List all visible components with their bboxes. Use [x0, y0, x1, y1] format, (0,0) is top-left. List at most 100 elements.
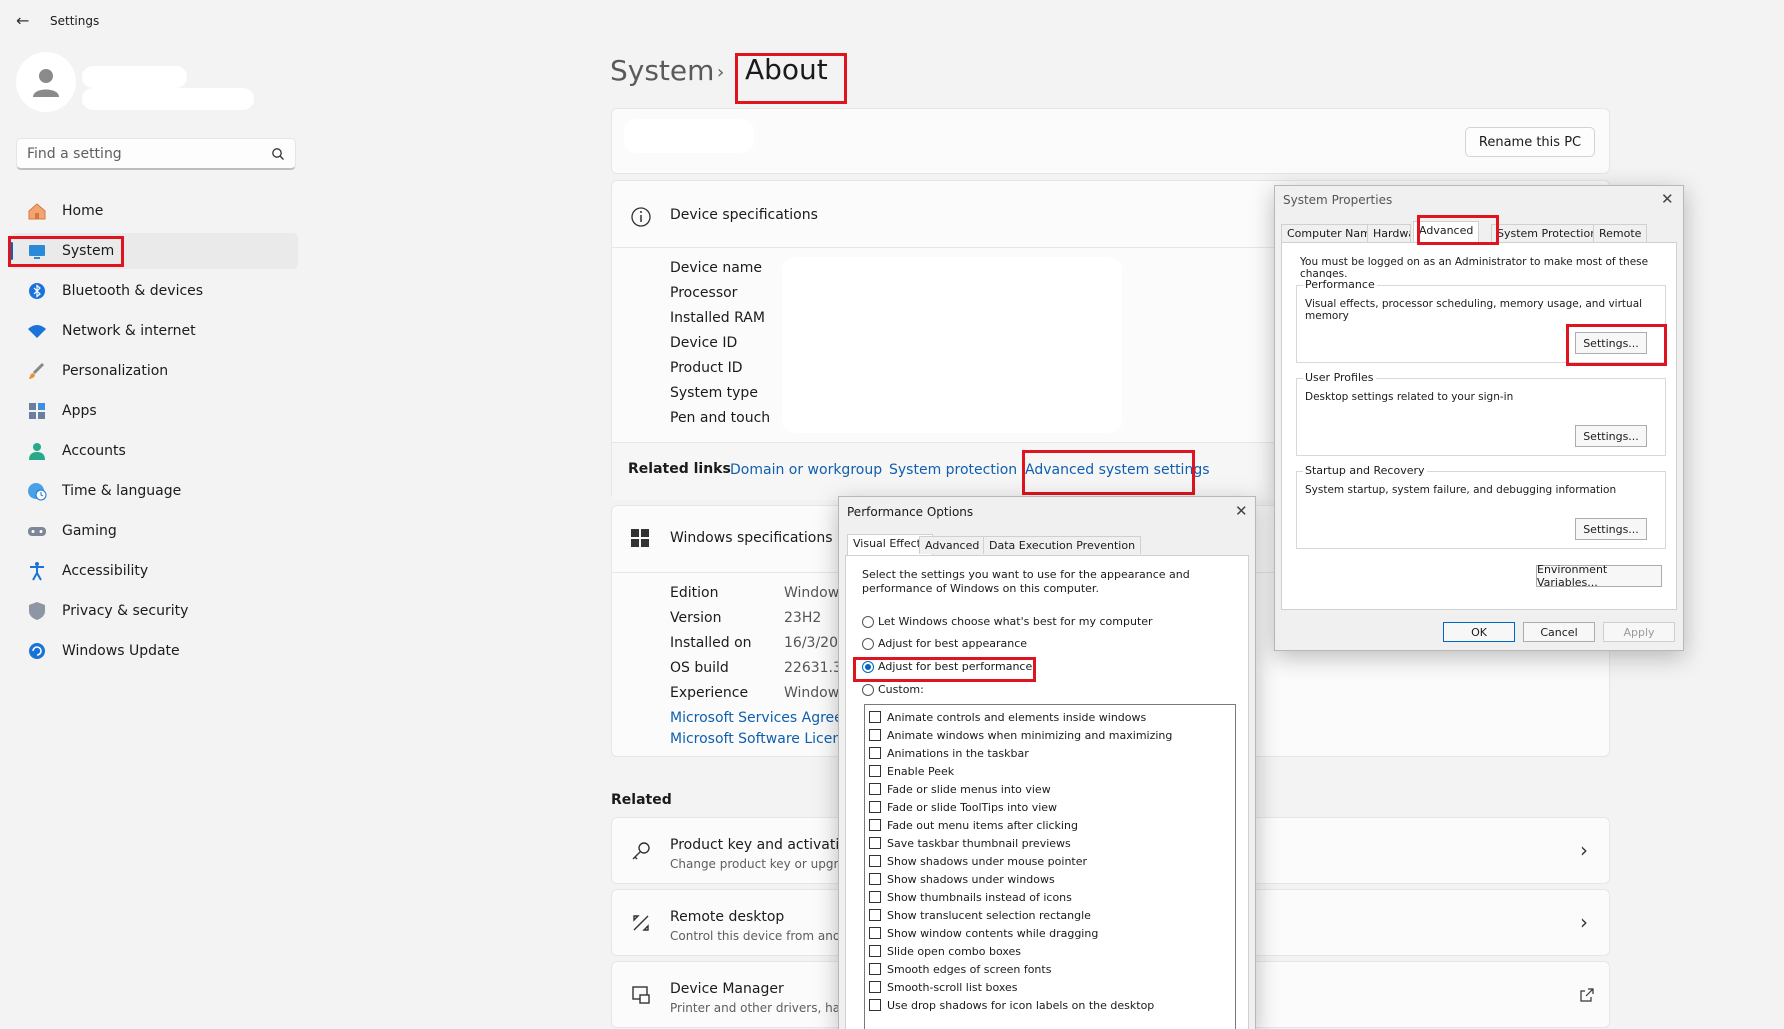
effect-checkbox-row[interactable]: Fade or slide menus into view: [865, 780, 1235, 798]
radio-best-performance[interactable]: Adjust for best performance: [862, 660, 1032, 673]
back-arrow-icon[interactable]: ←: [16, 12, 34, 30]
checkbox[interactable]: [869, 891, 881, 903]
sidebar-item-system[interactable]: System: [10, 233, 298, 269]
effect-checkbox-row[interactable]: Smooth edges of screen fonts: [865, 960, 1235, 978]
performance-settings-button[interactable]: Settings...: [1575, 332, 1647, 354]
tab-advanced[interactable]: Advanced: [919, 536, 986, 554]
breadcrumb-parent[interactable]: System: [610, 54, 714, 87]
cancel-button[interactable]: Cancel: [1523, 622, 1595, 642]
tab-hardware[interactable]: Hardware: [1367, 224, 1411, 242]
user-profiles-settings-button[interactable]: Settings...: [1575, 425, 1647, 447]
sidebar-item-home[interactable]: Home: [10, 193, 298, 229]
services-agreement-link[interactable]: Microsoft Services Agreeme: [670, 710, 865, 726]
effect-label: Show shadows under windows: [887, 872, 1055, 886]
checkbox[interactable]: [869, 747, 881, 759]
checkbox[interactable]: [869, 819, 881, 831]
spec-label: Experience: [670, 685, 749, 701]
redacted-pc-name: [624, 119, 754, 153]
radio-button[interactable]: [862, 637, 874, 650]
checkbox[interactable]: [869, 837, 881, 849]
effect-label: Animate controls and elements inside win…: [887, 710, 1147, 724]
checkbox[interactable]: [869, 729, 881, 741]
sidebar-item-apps[interactable]: Apps: [10, 393, 298, 429]
sidebar-item-personalization[interactable]: Personalization: [10, 353, 298, 389]
spec-label: Device ID: [670, 335, 738, 351]
sidebar-item-network[interactable]: Network & internet: [10, 313, 298, 349]
sidebar-item-label: Privacy & security: [62, 603, 189, 619]
effect-checkbox-row[interactable]: Smooth-scroll list boxes: [865, 978, 1235, 996]
effect-checkbox-row[interactable]: Show translucent selection rectangle: [865, 906, 1235, 924]
checkbox[interactable]: [869, 801, 881, 813]
checkbox[interactable]: [869, 963, 881, 975]
sidebar-item-label: Windows Update: [62, 643, 180, 659]
close-icon[interactable]: ✕: [1235, 502, 1248, 520]
checkbox[interactable]: [869, 873, 881, 885]
ok-button[interactable]: OK: [1443, 622, 1515, 642]
effect-checkbox-row[interactable]: Show shadows under windows: [865, 870, 1235, 888]
visual-effects-list[interactable]: Animate controls and elements inside win…: [864, 704, 1236, 1029]
effect-checkbox-row[interactable]: Use drop shadows for icon labels on the …: [865, 996, 1235, 1014]
effect-checkbox-row[interactable]: Save taskbar thumbnail previews: [865, 834, 1235, 852]
effect-label: Smooth edges of screen fonts: [887, 962, 1052, 976]
rename-pc-button[interactable]: Rename this PC: [1465, 127, 1595, 157]
effect-checkbox-row[interactable]: Fade or slide ToolTips into view: [865, 798, 1235, 816]
sidebar-item-accounts[interactable]: Accounts: [10, 433, 298, 469]
checkbox[interactable]: [869, 999, 881, 1011]
sidebar-item-time-language[interactable]: Time & language: [10, 473, 298, 509]
startup-recovery-settings-button[interactable]: Settings...: [1575, 518, 1647, 540]
tab-system-protection[interactable]: System Protection: [1491, 224, 1604, 242]
sidebar-item-bluetooth[interactable]: Bluetooth & devices: [10, 273, 298, 309]
sidebar-item-privacy[interactable]: Privacy & security: [10, 593, 298, 629]
advanced-system-settings-link[interactable]: Advanced system settings: [1025, 462, 1210, 478]
checkbox[interactable]: [869, 909, 881, 921]
checkbox[interactable]: [869, 783, 881, 795]
effect-checkbox-row[interactable]: Enable Peek: [865, 762, 1235, 780]
radio-let-windows-choose[interactable]: Let Windows choose what's best for my co…: [862, 615, 1153, 628]
effect-checkbox-row[interactable]: Show shadows under mouse pointer: [865, 852, 1235, 870]
checkbox[interactable]: [869, 855, 881, 867]
sidebar-item-windows-update[interactable]: Windows Update: [10, 633, 298, 669]
radio-custom[interactable]: Custom:: [862, 683, 924, 696]
radio-button[interactable]: [862, 615, 874, 628]
sidebar-item-label: Time & language: [62, 483, 182, 499]
effect-checkbox-row[interactable]: Fade out menu items after clicking: [865, 816, 1235, 834]
spec-label: Processor: [670, 285, 738, 301]
avatar[interactable]: [16, 52, 76, 112]
effect-checkbox-row[interactable]: Animations in the taskbar: [865, 744, 1235, 762]
sidebar-item-gaming[interactable]: Gaming: [10, 513, 298, 549]
radio-button[interactable]: [862, 683, 874, 696]
checkbox[interactable]: [869, 711, 881, 723]
checkbox[interactable]: [869, 945, 881, 957]
remote-desktop-icon: [633, 915, 649, 931]
tab-remote[interactable]: Remote: [1593, 224, 1648, 242]
effect-checkbox-row[interactable]: Animate controls and elements inside win…: [865, 708, 1235, 726]
close-icon[interactable]: ✕: [1661, 190, 1674, 208]
sidebar-nav: Home System Bluetooth & devices Network …: [10, 193, 298, 673]
effect-checkbox-row[interactable]: Show window contents while dragging: [865, 924, 1235, 942]
tab-data-execution-prevention[interactable]: Data Execution Prevention: [983, 536, 1142, 554]
software-license-link[interactable]: Microsoft Software License: [670, 731, 857, 747]
checkbox[interactable]: [869, 981, 881, 993]
checkbox[interactable]: [869, 765, 881, 777]
chevron-right-icon: ›: [1580, 838, 1588, 862]
radio-best-appearance[interactable]: Adjust for best appearance: [862, 637, 1027, 650]
home-icon: [26, 200, 48, 222]
effect-checkbox-row[interactable]: Animate windows when minimizing and maxi…: [865, 726, 1235, 744]
effect-checkbox-row[interactable]: Slide open combo boxes: [865, 942, 1235, 960]
sidebar-item-accessibility[interactable]: Accessibility: [10, 553, 298, 589]
radio-label: Adjust for best performance: [878, 660, 1033, 673]
system-protection-link[interactable]: System protection: [889, 462, 1017, 478]
domain-workgroup-link[interactable]: Domain or workgroup: [730, 462, 882, 478]
effect-label: Show shadows under mouse pointer: [887, 854, 1088, 868]
environment-variables-button[interactable]: Environment Variables...: [1536, 563, 1662, 589]
search-input[interactable]: Find a setting: [16, 138, 296, 170]
apply-button[interactable]: Apply: [1603, 622, 1675, 642]
spec-label: Edition: [670, 585, 719, 601]
spec-label: Installed RAM: [670, 310, 765, 326]
tab-advanced[interactable]: Advanced: [1413, 221, 1480, 243]
effect-checkbox-row[interactable]: Show thumbnails instead of icons: [865, 888, 1235, 906]
group-title: Performance: [1303, 278, 1377, 291]
radio-button-selected[interactable]: [862, 660, 874, 673]
info-icon: [631, 207, 651, 227]
checkbox[interactable]: [869, 927, 881, 939]
